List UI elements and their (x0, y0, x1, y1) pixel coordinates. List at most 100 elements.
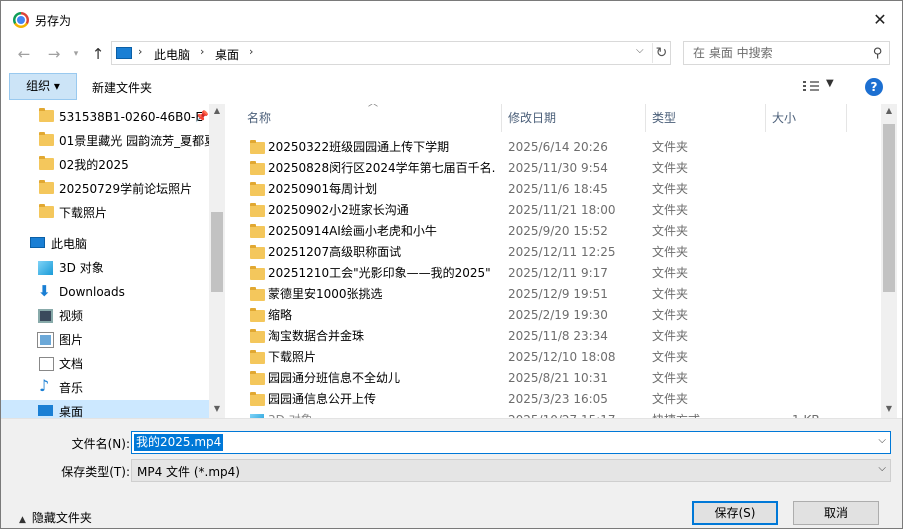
sidebar-item-3d-objects[interactable]: 3D 对象 (1, 256, 209, 280)
file-type: 文件夹 (652, 350, 689, 364)
sidebar-item-desktop[interactable]: 桌面 (1, 400, 209, 418)
sidebar-item-quick-folder-1[interactable]: 531538B1-0260-46B0-E 📌 (1, 105, 209, 129)
folder-icon (250, 371, 265, 385)
breadcrumb-this-pc[interactable]: 此电脑 (154, 46, 190, 63)
table-row[interactable]: 20250828闵行区2024学年第七届百千名... 2025/11/30 9:… (246, 158, 881, 179)
downloads-icon: ⬇ (38, 282, 51, 300)
view-options-dropdown-icon[interactable]: ▼ (826, 78, 834, 89)
table-row[interactable]: 3D 对象 2025/10/27 15:17 快捷方式 1 KB (246, 410, 881, 418)
sidebar-item-quick-folder-4[interactable]: 20250729学前论坛照片 (1, 177, 209, 201)
sidebar-item-pictures[interactable]: 图片 (1, 328, 209, 352)
filename-combobox[interactable]: 我的2025.mp4 ⌵ (131, 431, 891, 454)
file-date: 2025/12/11 12:25 (508, 245, 616, 259)
breadcrumb-separator-icon[interactable]: › (138, 45, 142, 58)
table-row[interactable]: 缩略 2025/2/19 19:30 文件夹 (246, 305, 881, 326)
sidebar-item-videos[interactable]: 视频 (1, 304, 209, 328)
table-row[interactable]: 20251207高级职称面试 2025/12/11 12:25 文件夹 (246, 242, 881, 263)
breadcrumb-separator-icon[interactable]: › (200, 45, 204, 58)
file-list-scrollbar[interactable]: ▲ ▼ (881, 104, 897, 418)
this-pc-icon (116, 47, 132, 59)
table-row[interactable]: 园园通信息公开上传 2025/3/23 16:05 文件夹 (246, 389, 881, 410)
table-row[interactable]: 20250901每周计划 2025/11/6 18:45 文件夹 (246, 179, 881, 200)
file-type: 文件夹 (652, 266, 689, 280)
new-folder-button[interactable]: 新建文件夹 (92, 79, 152, 96)
column-divider[interactable] (501, 104, 502, 132)
sidebar-item-downloads[interactable]: ⬇ Downloads (1, 280, 209, 304)
sidebar-item-this-pc[interactable]: 此电脑 (1, 232, 209, 256)
column-header-type[interactable]: 类型 (652, 104, 676, 132)
file-name: 下载照片 (268, 350, 317, 364)
table-row[interactable]: 淘宝数据合并金珠 2025/11/8 23:34 文件夹 (246, 326, 881, 347)
column-header-date[interactable]: 修改日期 (508, 104, 556, 132)
search-box[interactable]: ⚲ (683, 41, 890, 65)
table-row[interactable]: 20250902小2班家长沟通 2025/11/21 18:00 文件夹 (246, 200, 881, 221)
filename-input[interactable]: 我的2025.mp4 (134, 434, 224, 451)
documents-icon (39, 357, 54, 371)
table-row[interactable]: 蒙德里安1000张挑选 2025/12/9 19:51 文件夹 (246, 284, 881, 305)
scrollbar-thumb[interactable] (883, 124, 895, 292)
sidebar-item-label: 01景里藏光 园韵流芳_夏都夏 (59, 134, 209, 148)
file-name: 20250322班级园园通上传下学期 (268, 140, 450, 154)
recent-locations-chevron-icon[interactable]: ▾ (65, 44, 87, 64)
scroll-down-icon[interactable]: ▼ (209, 404, 225, 413)
table-row[interactable]: 20250322班级园园通上传下学期 2025/6/14 20:26 文件夹 (246, 137, 881, 158)
hide-folders-label: 隐藏文件夹 (31, 511, 92, 525)
search-input[interactable] (684, 42, 864, 64)
scroll-up-icon[interactable]: ▲ (881, 106, 897, 115)
sidebar-item-quick-folder-5[interactable]: 下载照片 (1, 201, 209, 225)
back-arrow-icon[interactable]: ← (13, 44, 35, 64)
forward-arrow-icon[interactable]: → (43, 44, 65, 64)
scroll-up-icon[interactable]: ▲ (209, 106, 225, 115)
folder-icon (250, 329, 265, 343)
file-type: 文件夹 (652, 308, 689, 322)
column-header-name[interactable]: 名称 (247, 104, 271, 132)
view-options-icon[interactable] (803, 79, 819, 93)
videos-icon (38, 309, 53, 323)
file-type: 文件夹 (652, 392, 689, 406)
scrollbar-thumb[interactable] (211, 212, 223, 292)
save-options-panel: 文件名(N): 我的2025.mp4 ⌵ 保存类型(T): MP4 文件 (*.… (1, 418, 902, 528)
column-divider[interactable] (846, 104, 847, 132)
filetype-select[interactable]: MP4 文件 (*.mp4) ⌵ (131, 459, 891, 482)
column-divider[interactable] (645, 104, 646, 132)
sidebar-item-quick-folder-2[interactable]: 01景里藏光 园韵流芳_夏都夏 (1, 129, 209, 153)
breadcrumb-separator-icon[interactable]: › (249, 45, 253, 58)
save-button[interactable]: 保存(S) (692, 501, 778, 525)
address-bar[interactable]: › 此电脑 › 桌面 › ⌵ ↻ (111, 41, 671, 65)
sidebar-item-music[interactable]: ♪ 音乐 (1, 376, 209, 400)
folder-icon (250, 182, 265, 196)
chrome-icon (13, 12, 29, 28)
chevron-down-icon[interactable]: ⌵ (878, 435, 886, 446)
folder-icon (250, 161, 265, 175)
sidebar-item-label: 531538B1-0260-46B0-E (59, 110, 203, 124)
table-row[interactable]: 园园通分班信息不全幼儿 2025/8/21 10:31 文件夹 (246, 368, 881, 389)
breadcrumb-desktop[interactable]: 桌面 (215, 46, 239, 63)
file-type: 文件夹 (652, 224, 689, 238)
refresh-icon[interactable]: ↻ (652, 43, 670, 63)
organize-button[interactable]: 组织 ▾ (9, 73, 77, 100)
sidebar-item-label: 文档 (59, 357, 84, 371)
folder-icon (250, 350, 265, 364)
table-row[interactable]: 20250914AI绘画小老虎和小牛 2025/9/20 15:52 文件夹 (246, 221, 881, 242)
save-as-dialog: 另存为 ✕ ← → ▾ ↑ › 此电脑 › 桌面 › ⌵ ↻ ⚲ 组织 ▾ 新建… (0, 0, 903, 529)
search-icon[interactable]: ⚲ (873, 46, 883, 61)
sidebar-item-quick-folder-3[interactable]: 02我的2025 (1, 153, 209, 177)
cancel-button[interactable]: 取消 (793, 501, 879, 525)
scroll-down-icon[interactable]: ▼ (881, 404, 897, 413)
address-dropdown-icon[interactable]: ⌵ (636, 45, 644, 56)
navigation-scrollbar[interactable]: ▲ ▼ (209, 104, 225, 418)
column-divider[interactable] (765, 104, 766, 132)
this-pc-icon (30, 237, 45, 248)
chevron-down-icon[interactable]: ⌵ (878, 463, 886, 474)
sidebar-item-documents[interactable]: 文档 (1, 352, 209, 376)
file-date: 2025/11/30 9:54 (508, 161, 608, 175)
file-date: 2025/2/19 19:30 (508, 308, 608, 322)
hide-folders-toggle[interactable]: ▲ 隐藏文件夹 (19, 509, 92, 526)
up-arrow-icon[interactable]: ↑ (87, 44, 109, 64)
column-header-size[interactable]: 大小 (772, 104, 796, 132)
table-row[interactable]: 20251210工会"光影印象——我的2025" 2025/12/11 9:17… (246, 263, 881, 284)
help-icon[interactable]: ? (865, 78, 883, 96)
close-button[interactable]: ✕ (858, 5, 902, 35)
table-row[interactable]: 下载照片 2025/12/10 18:08 文件夹 (246, 347, 881, 368)
sidebar-item-label: 02我的2025 (59, 158, 129, 172)
